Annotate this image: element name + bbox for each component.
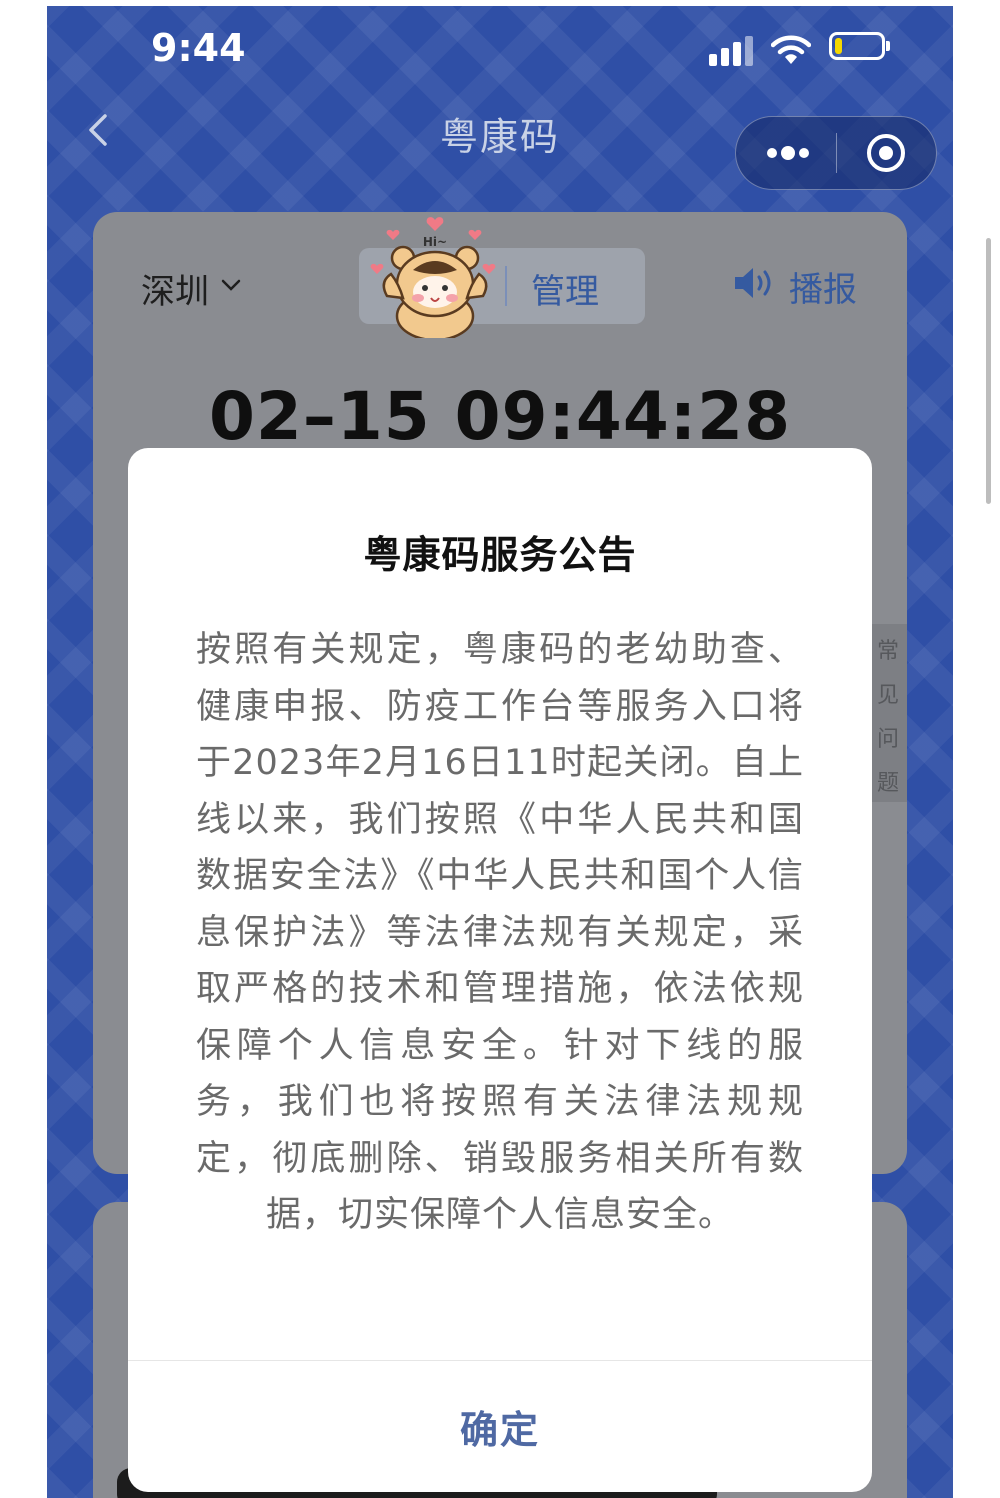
announcement-modal: 粤康码服务公告 按照有关规定，粤康码的老幼助查、健康申报、防疫工作台等服务入口将… — [128, 448, 872, 1492]
speaker-icon — [735, 268, 771, 298]
battery-tip — [886, 41, 890, 51]
more-dots-icon[interactable] — [764, 117, 814, 189]
status-time: 9:44 — [151, 26, 246, 70]
cellular-signal-icon — [709, 36, 757, 66]
current-datetime: 02–15 09:44:28 — [209, 378, 791, 455]
battery-level-fill — [835, 38, 842, 54]
capsule-divider — [836, 133, 837, 173]
segment-manage[interactable]: 管理 — [531, 264, 599, 313]
faq-tab-label: 常见问题 — [876, 639, 899, 796]
sticker-text: Hi~ — [423, 235, 447, 249]
segment-divider — [505, 266, 507, 306]
confirm-button[interactable]: 确定 — [128, 1361, 872, 1492]
status-bar: 9:44 — [47, 6, 953, 96]
bear-mascot-sticker-icon: Hi~ — [370, 217, 496, 338]
phone-screen: 9:44 粤康码 深圳 管理 播报 02–15 09:44:28 常见问题 Hi… — [47, 6, 953, 1498]
mini-program-close-icon[interactable] — [864, 131, 908, 175]
battery-low-icon — [829, 32, 885, 60]
nav-bar: 粤康码 — [47, 96, 953, 190]
city-selector[interactable]: 深圳 — [141, 264, 209, 313]
modal-title: 粤康码服务公告 — [363, 533, 637, 577]
wifi-icon — [771, 35, 811, 64]
scroll-indicator[interactable] — [986, 238, 991, 504]
modal-body-text: 按照有关规定，粤康码的老幼助查、健康申报、防疫工作台等服务入口将于2023年2月… — [196, 630, 804, 1235]
chevron-down-icon[interactable] — [221, 278, 241, 292]
broadcast-label: 播报 — [789, 270, 857, 310]
mini-program-capsule — [735, 116, 937, 190]
faq-tab[interactable]: 常见问题 — [869, 624, 907, 802]
